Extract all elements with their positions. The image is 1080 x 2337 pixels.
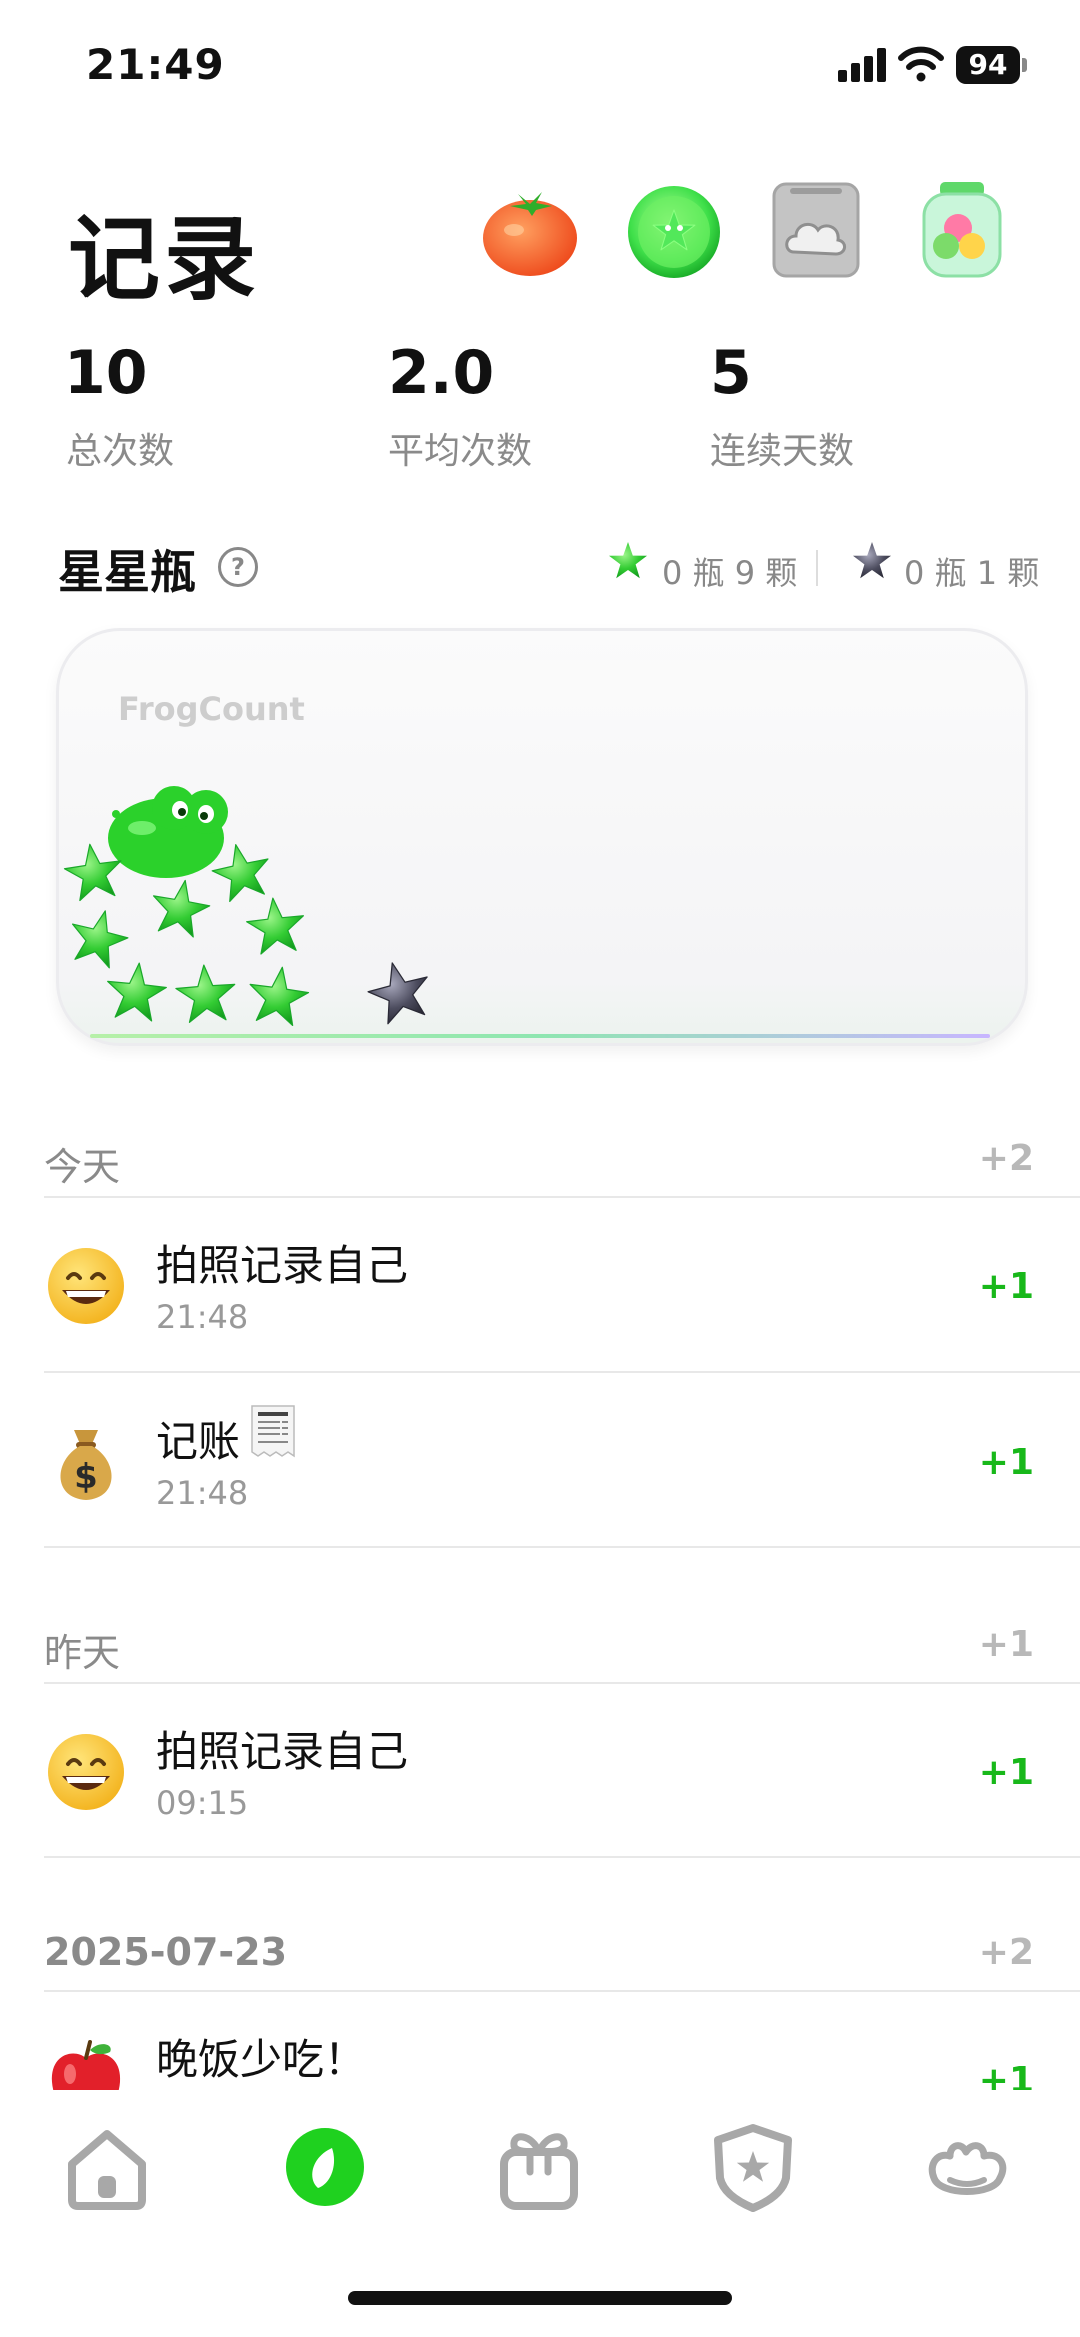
tomato-icon[interactable] [480,180,580,280]
green-star [174,963,237,1023]
day-total-date: +2 [978,1932,1034,1973]
svg-text:$: $ [74,1457,98,1497]
stat-streak-label: 连续天数 [710,431,855,472]
page-title: 记录 [68,206,261,313]
frog-tab-icon[interactable] [922,2122,1012,2212]
green-star-icon [609,542,647,579]
status-time: 21:49 [86,40,225,89]
green-star-ball-icon[interactable] [624,180,724,280]
candy-jar-icon[interactable] [912,180,1012,280]
home-tab-icon[interactable] [62,2122,152,2212]
day-header-today: 今天 [44,1145,121,1189]
entry-title: 晚饭少吃！ [156,2035,367,2084]
entry-plus: +1 [978,1442,1034,1483]
entry-time: 21:48 [156,1474,249,1512]
day-total-yesterday: +1 [978,1624,1034,1665]
wifi-icon [898,46,944,82]
grinning-face-icon [48,1248,124,1324]
signal-icon [838,48,886,82]
receipt-icon [251,1405,295,1458]
green-star [104,960,168,1022]
money-bag-icon: $ [60,1430,112,1500]
green-star-count: 0 瓶 9 颗 [662,554,798,592]
cloud-card-icon[interactable] [766,180,866,280]
record-tab-icon[interactable] [280,2122,370,2212]
green-star [148,876,214,939]
entry-title: 拍照记录自己 [156,1241,409,1290]
divider [44,1856,1080,1858]
day-header-date: 2025-07-23 [44,1930,288,1974]
jar-stars [56,786,1022,1040]
divider [44,1546,1080,1548]
day-header-yesterday: 昨天 [44,1631,121,1675]
grinning-face-icon [48,1734,124,1810]
dark-star-count: 0 瓶 1 颗 [904,554,1040,592]
green-star [64,904,132,970]
green-star [245,963,311,1027]
dark-star [363,956,436,1027]
entry-time: 21:48 [156,1298,249,1336]
stat-total-value: 10 [64,338,148,408]
entry-time: 09:15 [156,1784,249,1822]
stat-average-label: 平均次数 [388,431,533,472]
star-jar-title: 星星瓶 [58,545,196,599]
entry-plus: +1 [978,1752,1034,1793]
stat-total-label: 总次数 [66,431,175,472]
entry-plus: +1 [978,1266,1034,1307]
entry-title: 拍照记录自己 [156,1727,409,1776]
entry-title: 记账 [156,1417,241,1466]
green-star [245,895,307,955]
dark-star-icon [853,542,891,579]
gift-tab-icon[interactable] [494,2122,584,2212]
battery-tip [1022,58,1027,72]
day-total-today: +2 [978,1138,1034,1179]
stat-streak-value: 5 [710,338,752,408]
star-badge-tab-icon[interactable] [708,2122,798,2212]
count-divider [816,550,818,586]
help-icon[interactable]: ? [218,547,258,587]
stat-average-value: 2.0 [388,338,495,408]
home-indicator[interactable] [348,2291,732,2305]
battery-indicator: 94 [956,46,1020,84]
